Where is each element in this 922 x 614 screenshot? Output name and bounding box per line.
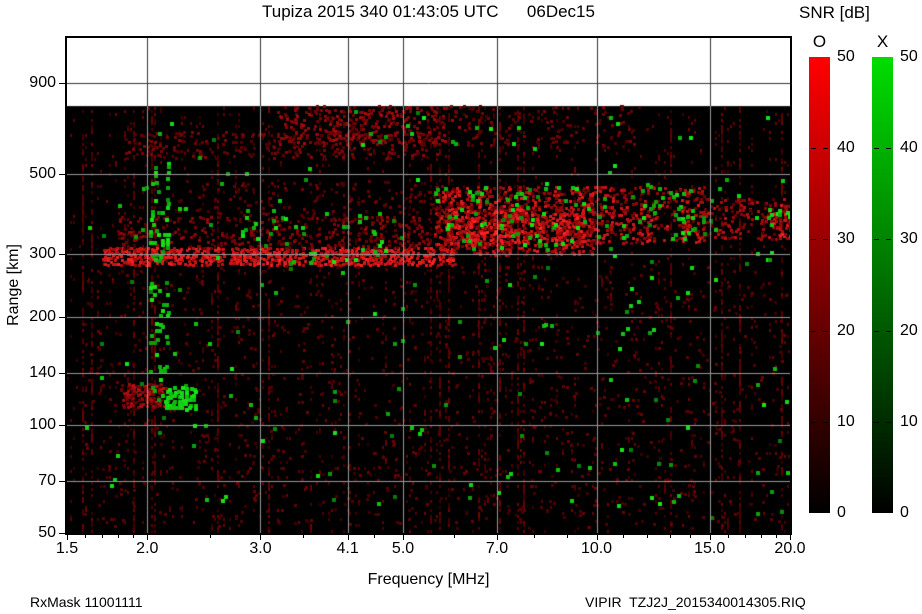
x-tick-mark <box>67 535 68 540</box>
colorbar-tick-label: 30 <box>900 230 918 248</box>
x-minor-tick-mark <box>373 535 375 538</box>
o-mode-label: O <box>812 32 827 51</box>
y-tick-mark <box>59 372 65 374</box>
colorbar-tick-dash <box>886 421 891 423</box>
x-tick-mark <box>403 535 405 540</box>
colorbar-tick-dash <box>811 239 816 241</box>
rx-mask-label: RxMask 11001111 <box>30 594 143 610</box>
colorbar-tick-label: 50 <box>837 48 855 65</box>
colorbar-tick-dash <box>874 330 879 332</box>
y-tick-mark <box>59 425 65 427</box>
x-tick-label: 5.0 <box>391 540 415 557</box>
x-mode-label: X <box>876 32 889 51</box>
colorbar-tick-label: 0 <box>900 504 909 521</box>
ionogram-page: Tupiza 2015 340 01:43:05 UTC 06Dec15 SNR… <box>0 0 922 614</box>
colorbar-tick-label: 20 <box>900 321 918 339</box>
x-tick-mark <box>709 535 711 540</box>
x-minor-tick-mark <box>209 535 211 538</box>
x-tick-mark <box>596 535 598 540</box>
colorbar-tick-label: 10 <box>837 412 855 430</box>
x-tick-label: 2.0 <box>136 540 159 557</box>
colorbar-tick-dash <box>874 148 879 150</box>
colorbar-tick-label: 10 <box>900 412 918 430</box>
x-tick-label: 4.1 <box>336 540 359 557</box>
x-minor-tick-mark <box>132 535 134 538</box>
x-minor-tick-mark <box>303 535 305 538</box>
x-minor-tick-mark <box>534 535 536 538</box>
x-tick-label: 3.0 <box>249 540 272 557</box>
colorbar-tick-label: 40 <box>900 139 918 157</box>
x-minor-tick-mark <box>760 535 762 538</box>
y-tick-mark <box>59 533 65 534</box>
colorbar-tick-dash <box>886 239 891 241</box>
y-tick-label: 70 <box>38 471 56 489</box>
x-axis-label: Frequency [MHz] <box>367 571 490 588</box>
x-minor-tick-mark <box>623 535 625 538</box>
x-minor-tick-mark <box>453 535 455 538</box>
colorbar-tick-label: 0 <box>837 504 846 521</box>
x-minor-tick-mark <box>690 535 692 538</box>
colorbar-tick-label: 40 <box>837 139 855 157</box>
x-minor-tick-mark <box>117 535 119 538</box>
colorbar-tick-label: 20 <box>837 321 855 339</box>
y-tick-mark <box>59 317 65 319</box>
y-tick-label: 100 <box>29 416 56 434</box>
x-tick-mark <box>147 535 149 540</box>
x-minor-tick-mark <box>775 535 777 538</box>
colorbar-tick-dash <box>874 421 879 423</box>
y-tick-mark <box>59 174 65 176</box>
y-tick-label: 50 <box>38 524 56 541</box>
colorbar-tick-dash <box>811 330 816 332</box>
x-tick-mark <box>347 535 349 540</box>
ionogram-plot-frame <box>65 36 792 535</box>
ionogram-heatmap-canvas <box>67 38 790 533</box>
y-tick-label: 900 <box>29 73 56 91</box>
colorbar-tick-label: 50 <box>900 48 918 65</box>
colorbar-tick-dash <box>886 148 891 150</box>
x-minor-tick-mark <box>669 535 671 538</box>
y-tick-label: 500 <box>29 165 56 183</box>
colorbar-tick-dash <box>874 239 879 241</box>
y-tick-label: 200 <box>29 308 56 326</box>
colorbar-title: SNR [dB] <box>799 3 870 22</box>
x-minor-tick-mark <box>727 535 729 538</box>
x-tick-label: 15.0 <box>694 540 726 557</box>
colorbar-tick-dash <box>823 239 828 241</box>
x-minor-tick-mark <box>85 535 86 538</box>
colorbar-tick-dash <box>823 148 828 150</box>
colorbar-tick-dash <box>811 421 816 423</box>
y-tick-label: 140 <box>29 363 56 381</box>
y-tick-mark <box>59 253 65 255</box>
x-minor-tick-mark <box>647 535 649 538</box>
y-tick-mark <box>59 82 65 84</box>
colorbar-tick-dash <box>823 421 828 423</box>
x-colorbar <box>872 57 893 513</box>
x-tick-label: 20.0 <box>774 540 806 557</box>
y-tick-label: 300 <box>29 244 56 262</box>
o-colorbar <box>809 57 830 513</box>
colorbar-tick-dash <box>823 330 828 332</box>
x-tick-mark <box>260 535 262 540</box>
x-tick-label: 10.0 <box>580 540 613 557</box>
x-tick-label: 1.5 <box>55 540 79 557</box>
colorbar-tick-dash <box>886 330 891 332</box>
data-file-label: VIPIR TZJ2J_2015340014305.RIQ <box>585 594 806 610</box>
x-tick-mark <box>790 535 791 540</box>
x-minor-tick-mark <box>101 535 103 538</box>
x-minor-tick-mark <box>744 535 746 538</box>
x-minor-tick-mark <box>567 535 569 538</box>
chart-title: Tupiza 2015 340 01:43:05 UTC 06Dec15 <box>262 2 595 21</box>
y-tick-mark <box>59 480 65 482</box>
x-tick-label: 7.0 <box>485 540 509 557</box>
colorbar-tick-dash <box>811 148 816 150</box>
colorbar-tick-label: 30 <box>837 230 855 248</box>
x-tick-mark <box>496 535 498 540</box>
y-axis-label: Range [km] <box>5 244 22 326</box>
